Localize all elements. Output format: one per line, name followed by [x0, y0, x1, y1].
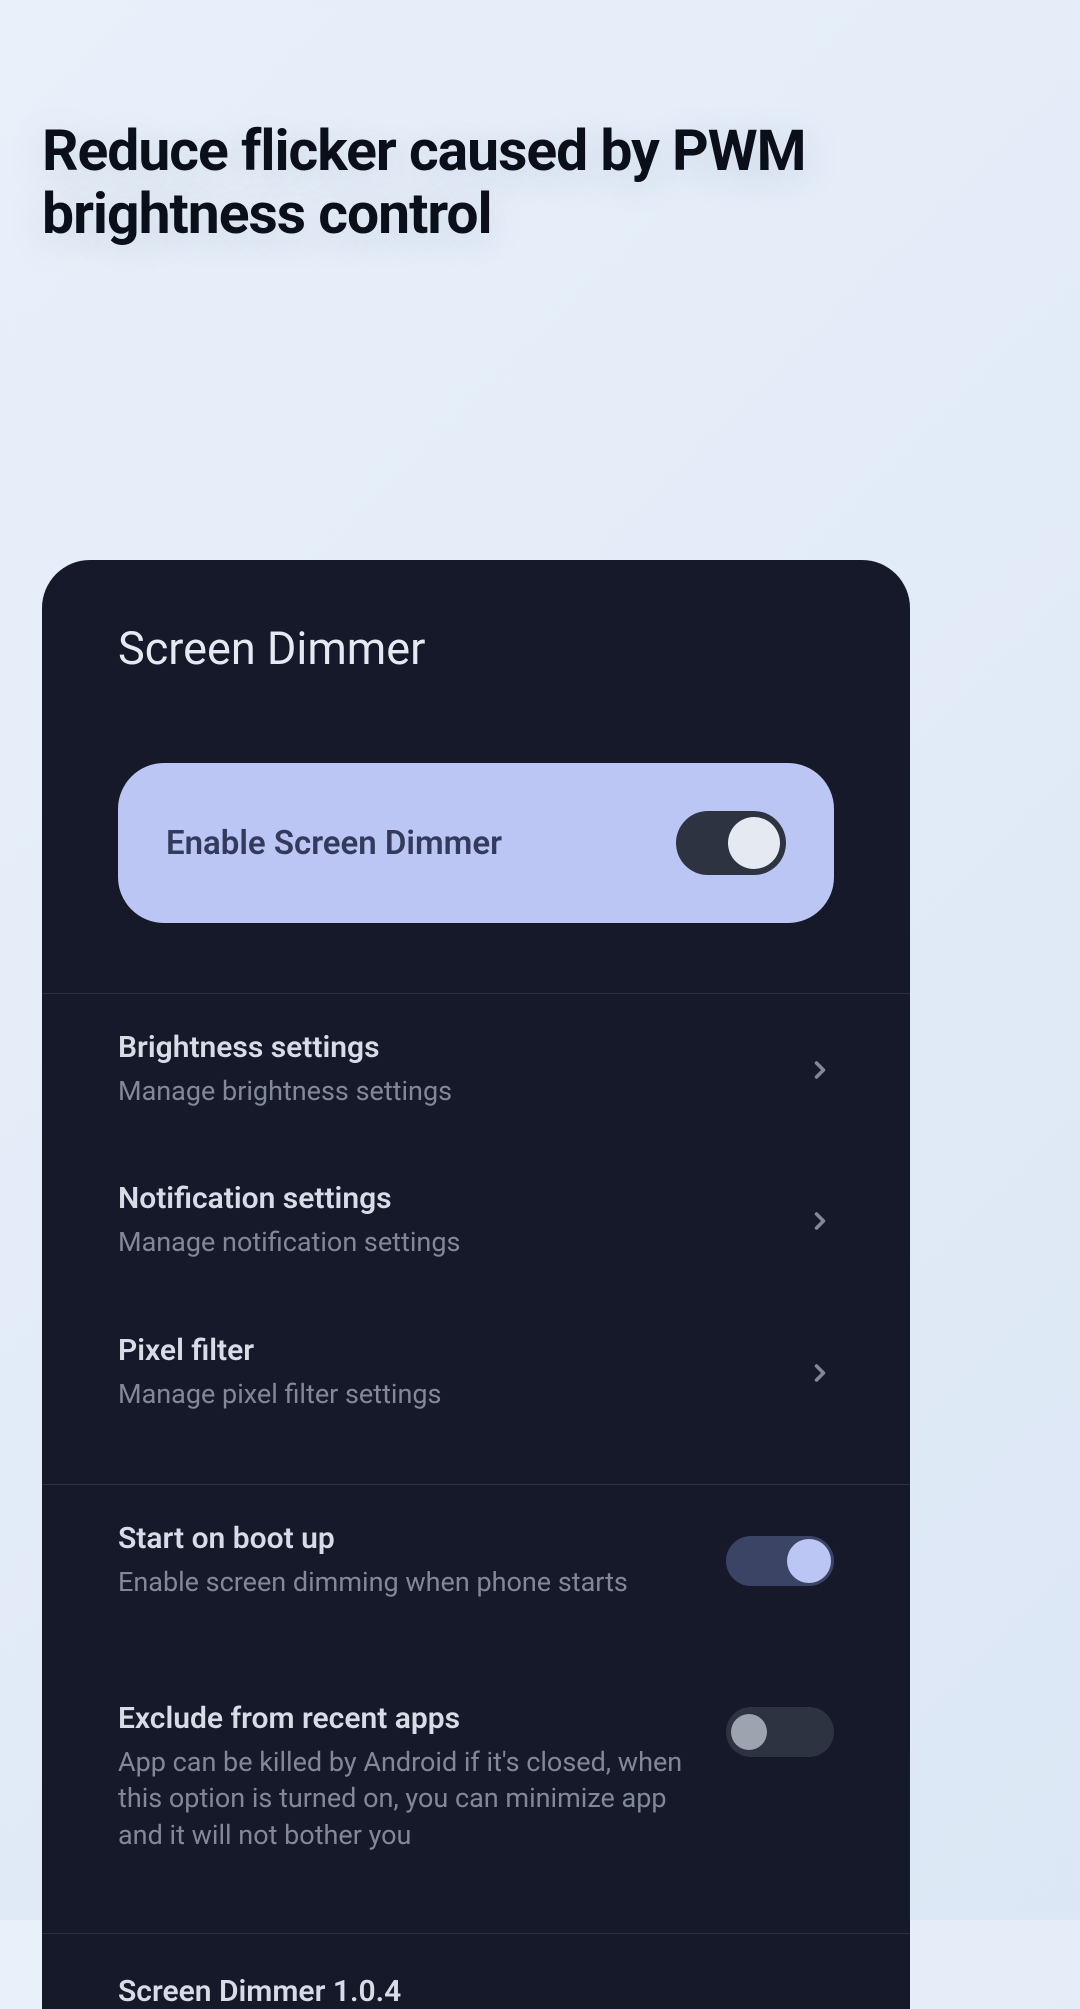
- toggle-knob: [787, 1539, 831, 1583]
- version-row: Screen Dimmer 1.0.4: [42, 1934, 910, 2009]
- toggle-knob: [731, 1714, 767, 1750]
- card-title: Screen Dimmer: [42, 560, 910, 675]
- item-title: Notification settings: [118, 1181, 782, 1216]
- exclude-toggle[interactable]: [726, 1707, 834, 1757]
- list-text: Pixel filter Manage pixel filter setting…: [118, 1333, 782, 1412]
- page-headline: Reduce flicker caused by PWM brightness …: [42, 120, 1038, 245]
- enable-label: Enable Screen Dimmer: [166, 824, 502, 863]
- page-header: Reduce flicker caused by PWM brightness …: [0, 0, 1080, 245]
- item-subtitle: App can be killed by Android if it's clo…: [118, 1744, 702, 1853]
- item-subtitle: Manage brightness settings: [118, 1073, 782, 1109]
- list-text: Exclude from recent apps App can be kill…: [118, 1701, 702, 1853]
- brightness-settings-row[interactable]: Brightness settings Manage brightness se…: [42, 994, 910, 1145]
- pixel-filter-row[interactable]: Pixel filter Manage pixel filter setting…: [42, 1297, 910, 1448]
- chevron-right-icon: [806, 1207, 834, 1235]
- start-on-boot-row[interactable]: Start on boot up Enable screen dimming w…: [42, 1485, 910, 1636]
- item-title: Brightness settings: [118, 1030, 782, 1065]
- chevron-right-icon: [806, 1359, 834, 1387]
- enable-screen-dimmer-row[interactable]: Enable Screen Dimmer: [118, 763, 834, 923]
- item-subtitle: Manage pixel filter settings: [118, 1376, 782, 1412]
- toggle-knob: [728, 817, 780, 869]
- enable-toggle[interactable]: [676, 811, 786, 875]
- exclude-recent-row[interactable]: Exclude from recent apps App can be kill…: [42, 1665, 910, 1889]
- list-text: Notification settings Manage notificatio…: [118, 1181, 782, 1260]
- boot-toggle[interactable]: [726, 1536, 834, 1586]
- notification-settings-row[interactable]: Notification settings Manage notificatio…: [42, 1145, 910, 1296]
- version-text: Screen Dimmer 1.0.4: [118, 1974, 834, 2009]
- list-text: Brightness settings Manage brightness se…: [118, 1030, 782, 1109]
- item-subtitle: Manage notification settings: [118, 1224, 782, 1260]
- item-title: Exclude from recent apps: [118, 1701, 702, 1736]
- item-title: Pixel filter: [118, 1333, 782, 1368]
- chevron-right-icon: [806, 1056, 834, 1084]
- item-subtitle: Enable screen dimming when phone starts: [118, 1564, 702, 1600]
- settings-card: Screen Dimmer Enable Screen Dimmer Brigh…: [42, 560, 910, 2009]
- item-title: Start on boot up: [118, 1521, 702, 1556]
- list-text: Start on boot up Enable screen dimming w…: [118, 1521, 702, 1600]
